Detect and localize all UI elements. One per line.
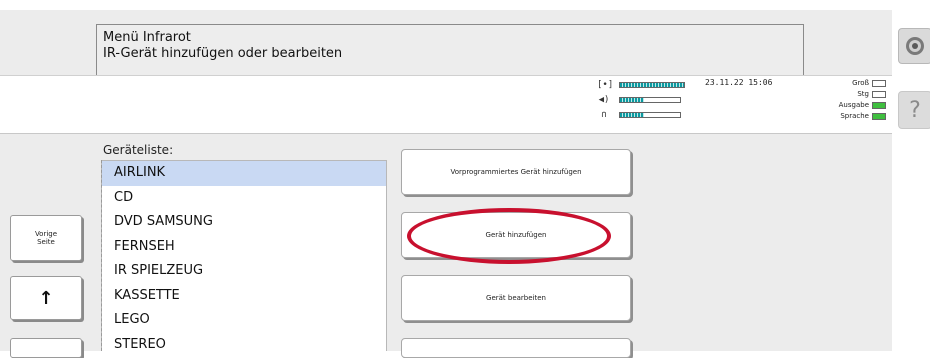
level-speaker: [•] [597,79,685,91]
status-bar: [•] ◀) ∩ 23.11.22 15:06 Groß Stg Ausgabe… [0,75,892,134]
datetime: 23.11.22 15:06 [705,78,773,87]
level-bar-speaker [619,82,685,88]
list-item[interactable]: DVD SAMSUNG [102,210,386,235]
prev-page-label: Vorige Seite [34,230,58,246]
speaker-icon: [•] [597,79,614,90]
level-fill-headphones [620,113,644,117]
edit-device-label: Gerät bearbeiten [486,294,546,302]
help-icon: ? [909,97,921,123]
edit-device-button[interactable]: Gerät bearbeiten [401,275,631,321]
headphones-icon: ∩ [601,109,607,120]
indicator-label: Ausgabe [838,101,869,109]
device-list[interactable]: AIRLINK CD DVD SAMSUNG FERNSEH IR SPIELZ… [101,160,387,351]
menu-header: Menü Infrarot IR-Gerät hinzufügen oder b… [96,24,804,76]
list-item[interactable]: FERNSEH [102,235,386,260]
indicator-box [872,101,886,109]
indicator-box [872,90,886,98]
indicator-stg: Stg [857,89,886,99]
menu-subtitle: IR-Gerät hinzufügen oder bearbeiten [103,46,343,61]
level-bar-headphones [619,112,681,118]
menu-title: Menü Infrarot [103,30,191,45]
help-button[interactable]: ? [898,91,930,129]
scroll-up-button[interactable]: ↑ [10,276,82,320]
prev-page-button[interactable]: Vorige Seite [10,215,82,261]
list-divider [101,160,103,351]
next-side-button[interactable] [10,338,82,358]
indicator-sprache: Sprache [840,111,886,121]
level-fill-speaker [620,83,684,87]
settings-button[interactable] [898,28,930,64]
indicator-label: Groß [852,79,869,87]
add-preset-device-button[interactable]: Vorprogrammiertes Gerät hinzufügen [401,149,631,195]
indicator-label: Stg [857,90,869,98]
indicator-label: Sprache [840,112,869,120]
device-list-title: Geräteliste: [103,143,174,157]
highlight-ring [407,208,611,264]
indicator-box [872,79,886,87]
list-item[interactable]: AIRLINK [102,161,386,186]
level-headphones: ∩ [597,109,681,121]
gear-icon [906,37,924,55]
level-fill-volume [620,98,644,102]
up-arrow-icon: ↑ [38,287,54,309]
indicator-ausgabe: Ausgabe [839,100,886,110]
add-preset-device-label: Vorprogrammiertes Gerät hinzufügen [450,168,582,176]
level-volume: ◀) [597,94,681,106]
list-item[interactable]: STEREO [102,333,386,352]
volume-icon: ◀) [598,94,610,105]
indicator-gross: Groß [852,78,886,88]
level-bar-volume [619,97,681,103]
list-item[interactable]: CD [102,186,386,211]
more-action-button[interactable] [401,338,631,358]
list-item[interactable]: LEGO [102,308,386,333]
list-item[interactable]: KASSETTE [102,284,386,309]
indicator-box [872,112,886,120]
list-item[interactable]: IR SPIELZEUG [102,259,386,284]
